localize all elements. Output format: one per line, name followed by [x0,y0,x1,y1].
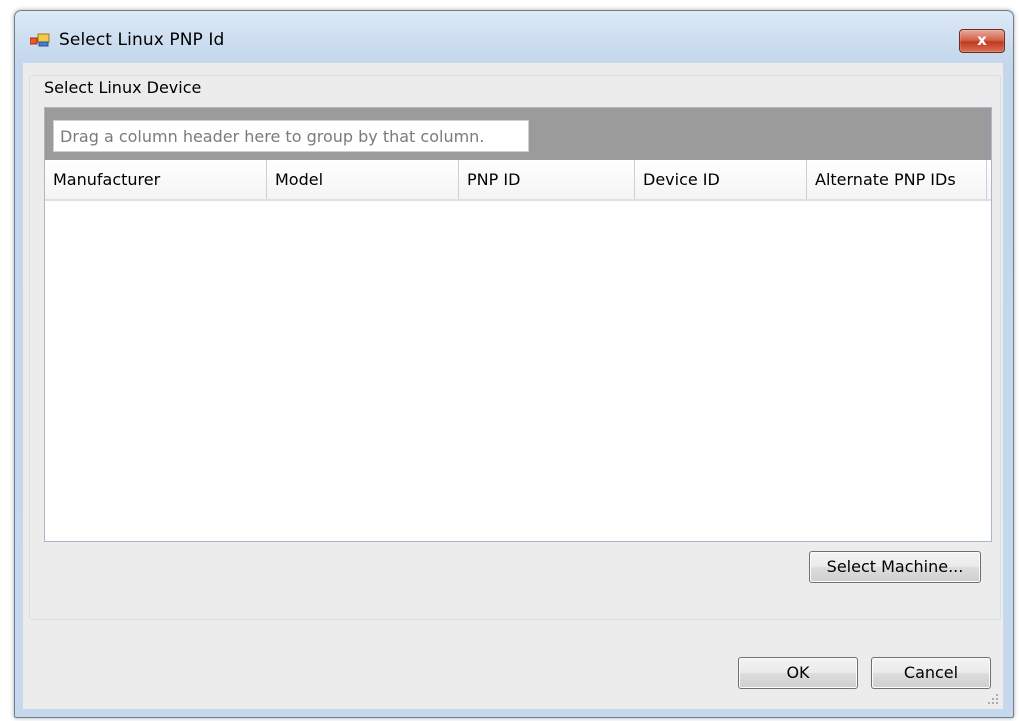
resize-grip-icon[interactable] [987,693,999,705]
window-title: Select Linux PNP Id [59,30,225,50]
select-machine-button[interactable]: Select Machine... [809,551,981,583]
column-header-model[interactable]: Model [267,160,459,199]
grid-rows-area[interactable] [45,201,991,541]
title-bar[interactable]: Select Linux PNP Id x [15,11,1013,63]
dialog-window: Select Linux PNP Id x Select Linux Devic… [14,10,1014,718]
select-device-groupbox: Select Linux Device Drag a column header… [29,75,1001,620]
column-header-alternate-pnp-ids[interactable]: Alternate PNP IDs [807,160,987,199]
groupbox-label: Select Linux Device [42,78,208,97]
dialog-body: Select Linux Device Drag a column header… [23,63,1003,709]
ok-button[interactable]: OK [738,657,858,689]
column-header-device-id[interactable]: Device ID [635,160,807,199]
column-header-manufacturer[interactable]: Manufacturer [45,160,267,199]
device-grid[interactable]: Drag a column header here to group by th… [44,107,992,542]
app-icon [30,33,50,47]
group-by-hint: Drag a column header here to group by th… [53,120,529,152]
grid-header-row: Manufacturer Model PNP ID Device ID Alte… [45,160,991,201]
close-icon: x [977,31,987,49]
cancel-button[interactable]: Cancel [871,657,991,689]
close-button[interactable]: x [959,29,1005,53]
column-header-pnp-id[interactable]: PNP ID [459,160,635,199]
group-by-panel[interactable]: Drag a column header here to group by th… [45,108,991,160]
